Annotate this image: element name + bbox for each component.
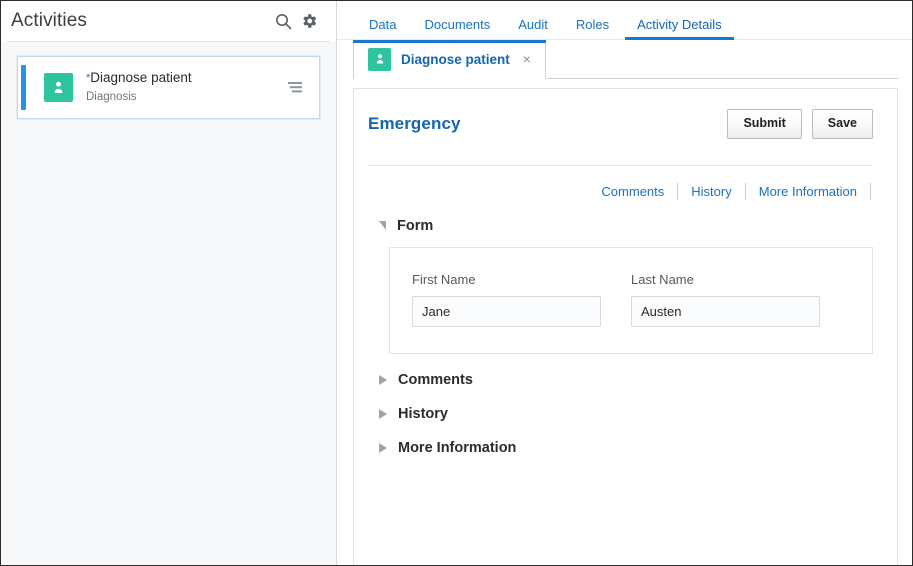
tab-data[interactable]: Data: [355, 18, 410, 40]
application-window: Activities *Diagnose patient Diagnosis D…: [0, 0, 913, 566]
activities-panel-header: Activities: [1, 1, 336, 41]
last-name-field-group: Last Name: [631, 272, 820, 327]
section-history[interactable]: History: [368, 406, 873, 422]
sub-tab-bar: Diagnose patient ×: [337, 40, 912, 79]
quick-links: Comments History More Information: [368, 166, 873, 200]
person-badge-icon: [44, 73, 73, 102]
first-name-input[interactable]: [412, 295, 601, 327]
details-panel: Data Documents Audit Roles Activity Deta…: [337, 1, 912, 565]
form-card: Emergency Submit Save Comments History M…: [353, 88, 898, 565]
section-more-information[interactable]: More Information: [368, 440, 873, 456]
save-button[interactable]: Save: [811, 109, 873, 139]
chevron-right-icon: [379, 442, 387, 453]
submit-button[interactable]: Submit: [727, 109, 802, 139]
list-item-title: *Diagnose patient: [86, 70, 283, 87]
section-label: More Information: [398, 439, 517, 456]
link-history[interactable]: History: [678, 184, 744, 199]
chevron-right-icon: [379, 374, 387, 385]
chevron-down-icon: [379, 221, 386, 230]
tab-roles[interactable]: Roles: [562, 18, 623, 40]
activities-panel: Activities *Diagnose patient Diagnosis: [1, 1, 336, 565]
link-comments[interactable]: Comments: [588, 184, 677, 199]
section-label: Form: [397, 217, 434, 234]
content-area: Emergency Submit Save Comments History M…: [337, 79, 912, 565]
activities-list: *Diagnose patient Diagnosis: [1, 42, 336, 565]
close-icon[interactable]: ×: [521, 50, 533, 68]
tab-activity-details[interactable]: Activity Details: [623, 18, 736, 40]
form-fieldset: First Name Last Name: [389, 246, 873, 354]
field-row: First Name Last Name: [412, 272, 850, 327]
section-label: Comments: [398, 371, 473, 388]
list-item-subtitle: Diagnosis: [86, 90, 137, 103]
first-name-label: First Name: [412, 271, 476, 287]
selection-accent-bar: [21, 65, 26, 110]
tab-audit[interactable]: Audit: [504, 18, 562, 40]
chevron-right-icon: [379, 408, 387, 419]
form-header: Emergency Submit Save: [368, 103, 873, 139]
tab-documents[interactable]: Documents: [410, 18, 504, 40]
list-item-title-text: Diagnose patient: [90, 70, 192, 86]
tab-bar: Data Documents Audit Roles Activity Deta…: [337, 1, 912, 40]
section-comments[interactable]: Comments: [368, 372, 873, 388]
collapsed-sections: Comments History More Information: [368, 372, 873, 460]
subtab-diagnose-patient[interactable]: Diagnose patient ×: [353, 40, 546, 79]
list-item[interactable]: *Diagnose patient Diagnosis: [17, 56, 320, 119]
page-title: Activities: [11, 9, 87, 31]
gear-icon[interactable]: [296, 8, 322, 34]
form-title: Emergency: [368, 113, 461, 133]
last-name-label: Last Name: [631, 271, 694, 287]
list-item-text: *Diagnose patient Diagnosis: [86, 70, 283, 105]
link-more-information[interactable]: More Information: [746, 184, 870, 199]
subtab-label: Diagnose patient: [401, 51, 510, 67]
first-name-field-group: First Name: [412, 272, 601, 327]
last-name-input[interactable]: [631, 295, 820, 327]
person-badge-icon: [368, 47, 391, 71]
link-separator: [870, 182, 871, 200]
section-form[interactable]: Form: [368, 218, 873, 234]
search-icon[interactable]: [270, 8, 296, 34]
section-label: History: [398, 405, 448, 422]
list-menu-icon[interactable]: [283, 76, 307, 100]
